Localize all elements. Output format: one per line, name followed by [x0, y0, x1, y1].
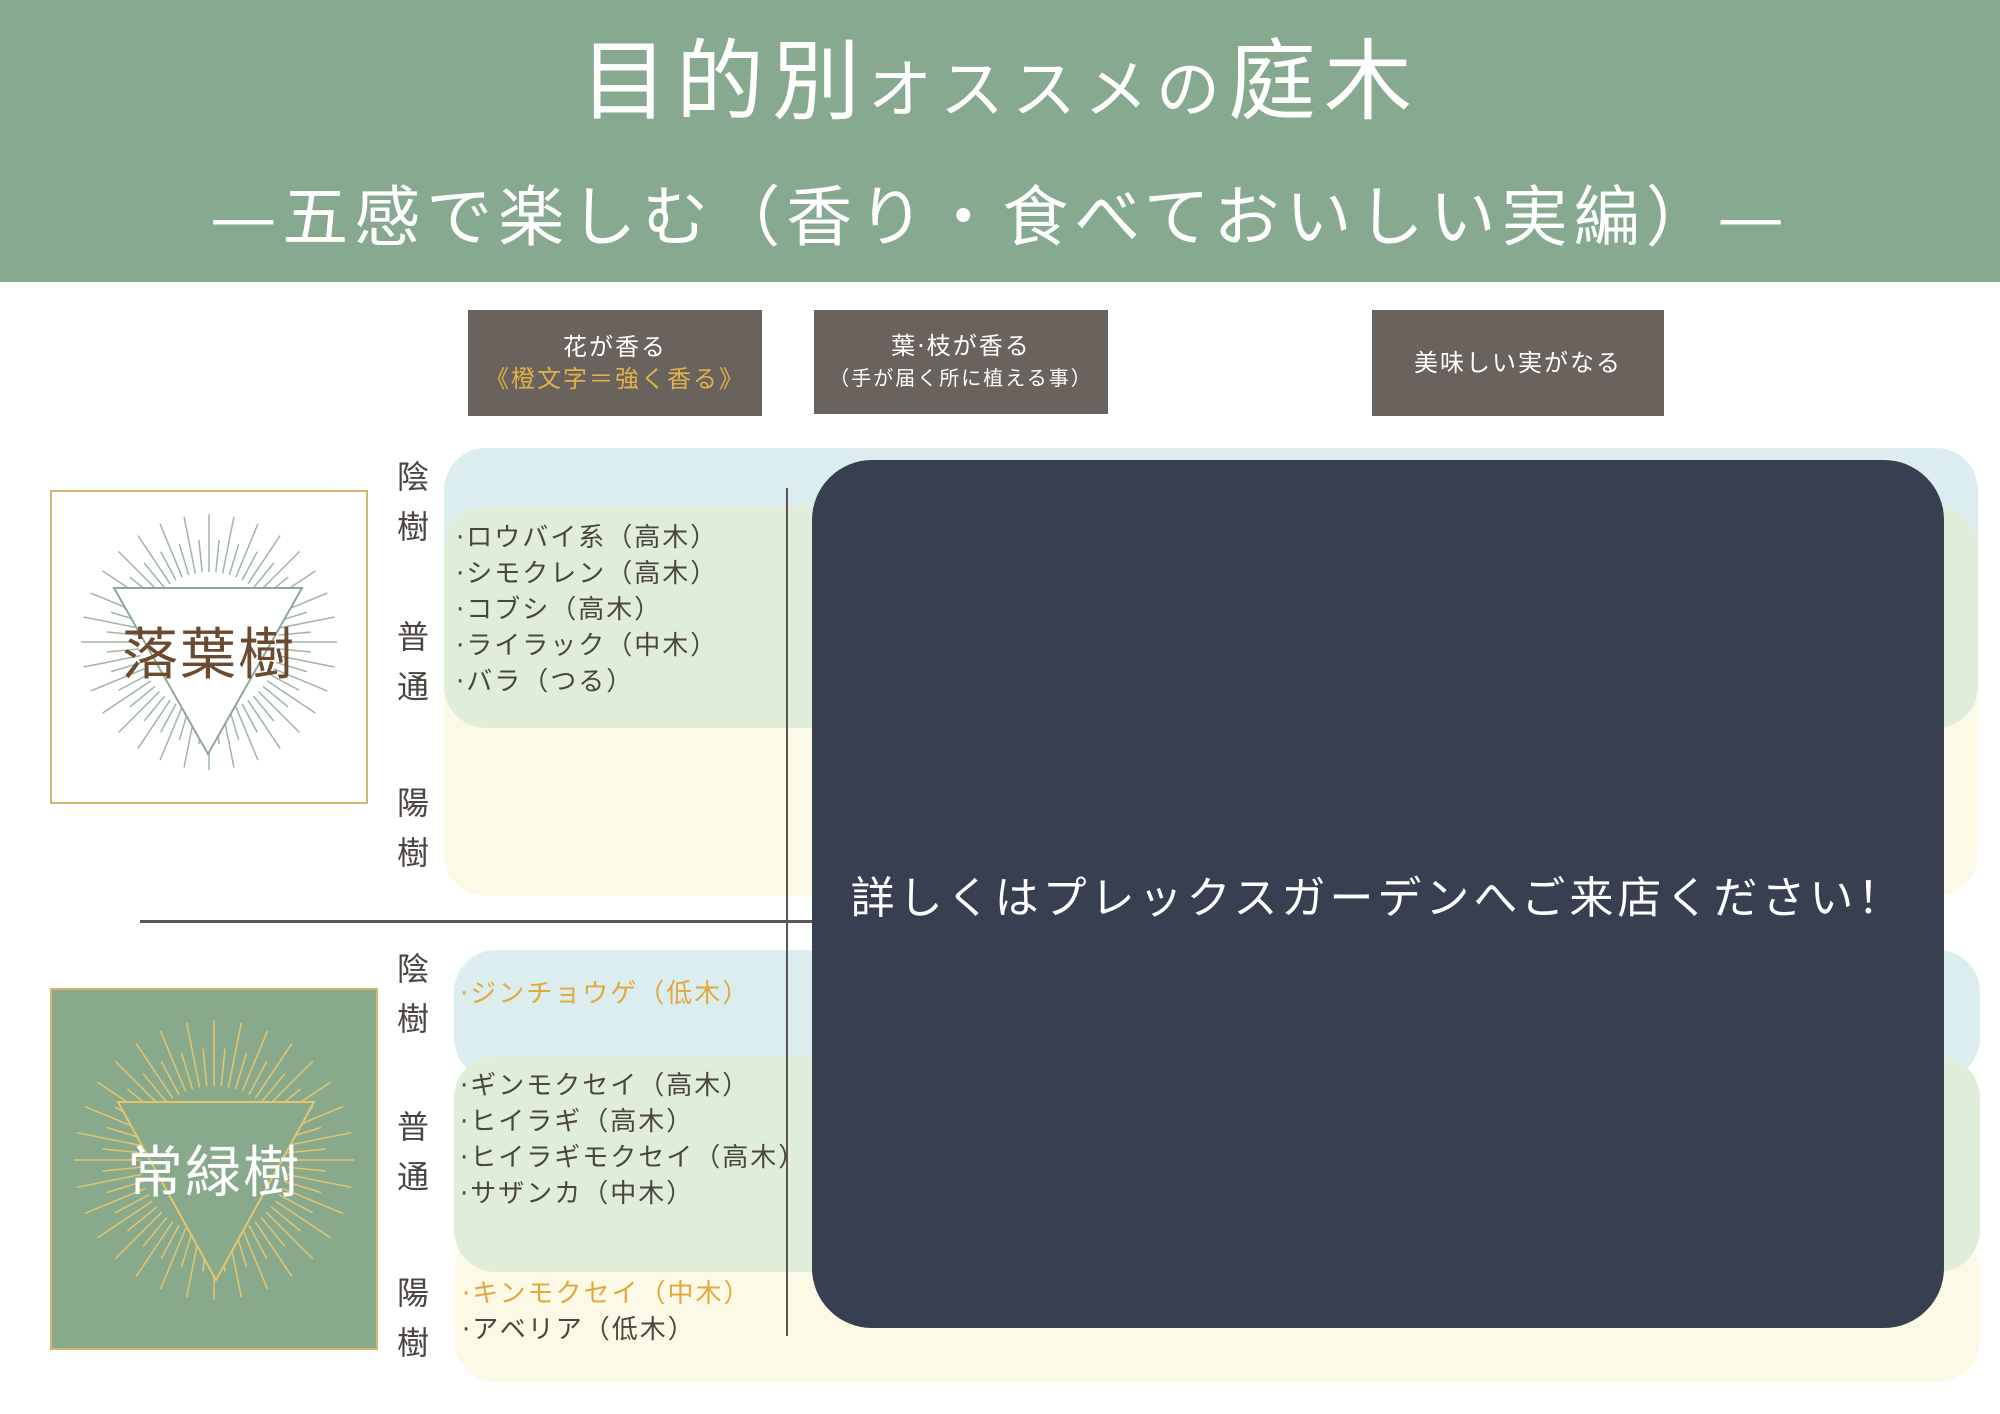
list-item: ·ジンチョウゲ（低木） [460, 979, 751, 1009]
row-label-shade: 陰樹 [397, 950, 430, 1038]
row-label-sun: 陽樹 [397, 1274, 430, 1362]
evergreen-label: 常緑樹 [127, 1141, 301, 1206]
sunburst-ray [114, 1211, 163, 1260]
column-header-edible-fruit: 美味しい実がなる [1372, 310, 1664, 416]
sunburst-ray [202, 1048, 208, 1087]
column-header-flower-scent: 花が香る 《橙文字＝強く香る》 [468, 310, 762, 416]
deciduous-flower-list: ·ロウバイ系（高木） ·シモクレン（高木） ·コブシ（高木） ·ライラック（中木… [456, 520, 718, 700]
column-header-leaf-scent: 葉·枝が香る （手が届く所に植える事） [814, 310, 1108, 414]
sunburst-ray [220, 1048, 226, 1087]
sunburst-ray [254, 1043, 293, 1099]
sunburst-ray [159, 523, 183, 578]
sunburst-ray [265, 1211, 314, 1260]
sunburst-ray [126, 1206, 158, 1232]
evergreen-normal-flower-list: ·ギンモクセイ（高木） ·ヒイラギ（高木） ·ヒイラギモクセイ（高木） ·サザン… [460, 1068, 806, 1212]
sunburst-ray [142, 1072, 168, 1104]
list-item: ·シモクレン（高木） [456, 559, 719, 589]
sunburst-ray [160, 1224, 180, 1260]
list-item: ·コブシ（高木） [456, 595, 663, 625]
list-item: ·サザンカ（中木） [460, 1179, 695, 1209]
section-divider [140, 920, 830, 923]
sunburst-ray [252, 695, 275, 722]
sunburst-ray [235, 706, 259, 761]
sunburst-ray [252, 562, 275, 589]
overlay-message: 詳しくはプレックスガーデンへご来店ください！ [850, 873, 1906, 924]
sunburst-ray [135, 1043, 174, 1099]
row-label-normal: 普通 [397, 618, 430, 706]
sunburst-ray [215, 540, 220, 573]
info-overlay: 詳しくはプレックスガーデンへご来店ください！ [812, 460, 1944, 1328]
list-item: ·アベリア（低木） [462, 1315, 696, 1345]
sunburst-ray [114, 1060, 163, 1109]
deciduous-label: 落葉樹 [122, 623, 296, 688]
sunburst-ray [142, 1216, 168, 1248]
list-item: ·ヒイラギ（高木） [460, 1107, 695, 1137]
sunburst-ray [143, 695, 166, 722]
sunburst-ray [198, 540, 203, 573]
sunburst-ray [143, 562, 166, 589]
page-subtitle: —五感で楽しむ（香り・食べておいしい実編）— [210, 179, 1790, 256]
sunburst-ray [254, 1221, 293, 1277]
row-label-sun: 陽樹 [397, 784, 430, 872]
sunburst-ray [228, 543, 240, 576]
sunburst-ray [159, 706, 183, 761]
sunburst-ray [235, 523, 259, 578]
row-label-shade: 陰樹 [397, 458, 430, 546]
sunburst-ray [248, 1224, 268, 1260]
evergreen-sun-flower-list: ·キンモクセイ（中木） ·アベリア（低木） [462, 1276, 752, 1348]
list-item: ·バラ（つる） [456, 667, 635, 697]
sunburst-ray [160, 1060, 180, 1096]
sunburst-ray [178, 543, 190, 576]
sunburst-ray [265, 1060, 314, 1109]
evergreen-card: 常緑樹 [50, 988, 378, 1350]
evergreen-shade-flower-list: ·ジンチョウゲ（低木） [460, 976, 750, 1012]
list-item: ·ギンモクセイ（高木） [460, 1071, 751, 1101]
list-item: ·ライラック（中木） [456, 631, 719, 661]
sunburst-ray [260, 1216, 286, 1248]
list-item: ·キンモクセイ（中木） [462, 1279, 752, 1309]
page-title: 目的別オススメの庭木 [579, 30, 1421, 133]
list-item: ·ロウバイ系（高木） [456, 523, 719, 553]
sunburst-ray [248, 1060, 268, 1096]
deciduous-card: 落葉樹 [50, 490, 368, 804]
sunburst-ray [260, 1072, 286, 1104]
sunburst-ray [270, 1206, 302, 1232]
list-item: ·ヒイラギモクセイ（高木） [460, 1143, 807, 1173]
sunburst-ray [135, 1221, 174, 1277]
row-label-normal: 普通 [397, 1108, 430, 1196]
